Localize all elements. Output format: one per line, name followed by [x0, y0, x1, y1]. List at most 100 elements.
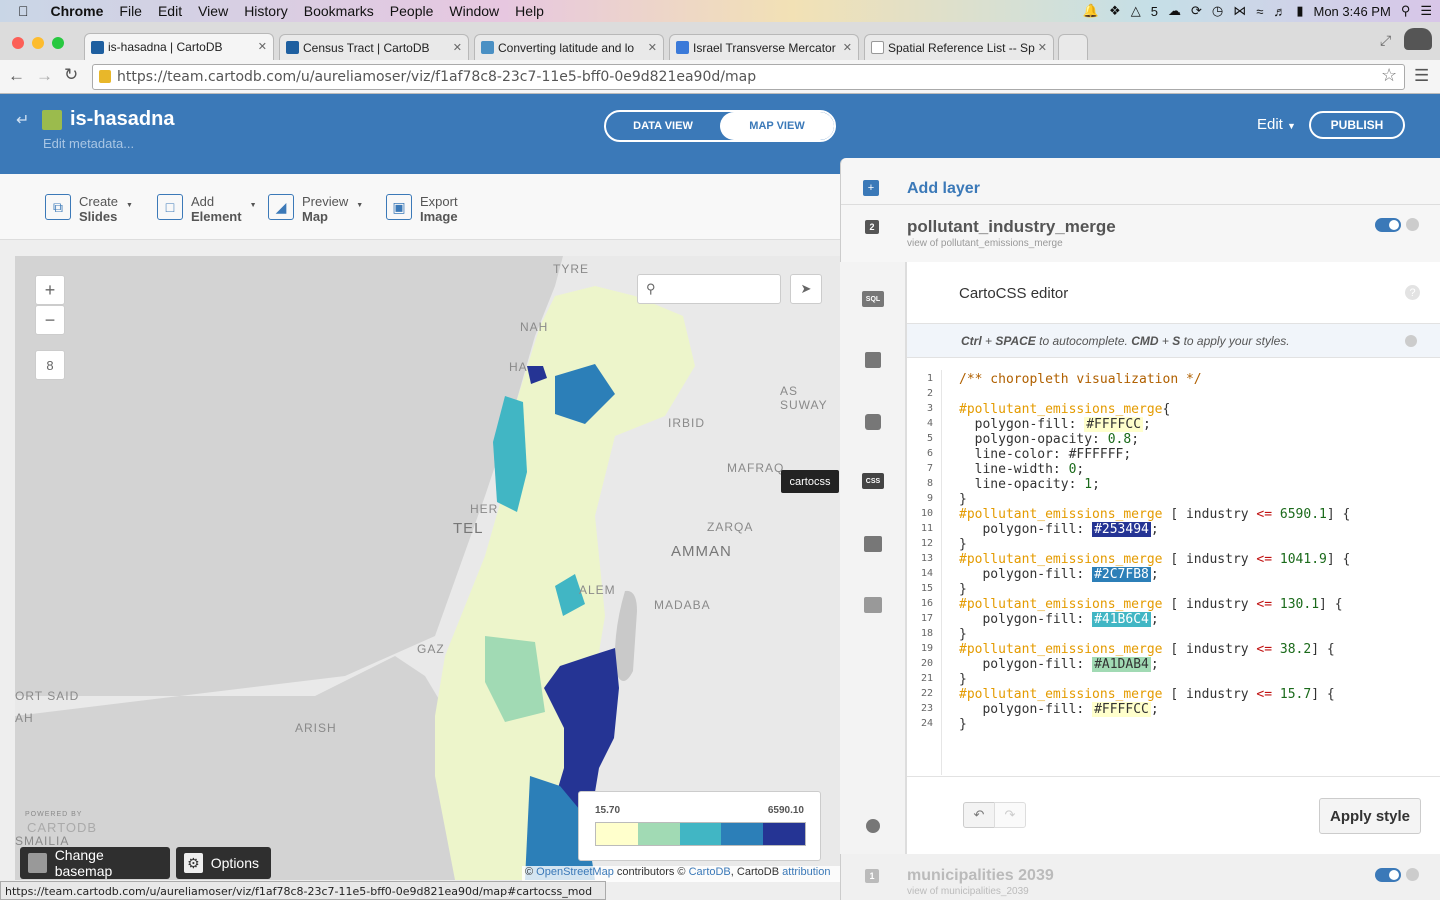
cartodb-link[interactable]: CartoDB	[689, 866, 731, 878]
lock-icon[interactable]	[42, 110, 62, 130]
wifi-icon[interactable]: ≈	[1256, 4, 1263, 19]
menubar-clock[interactable]: Mon 3:46 PM	[1313, 4, 1390, 19]
data-view-tab[interactable]: DATA VIEW	[606, 112, 720, 140]
close-tab-icon[interactable]: ✕	[453, 41, 462, 54]
place-label: HER	[470, 502, 499, 516]
chrome-menu-icon[interactable]: ☰	[1414, 66, 1429, 86]
options-button[interactable]: ⚙ Options	[176, 847, 271, 879]
browser-tab[interactable]: Spatial Reference List -- Sp ✕	[864, 34, 1054, 60]
tab-title: Israel Transverse Mercator	[693, 40, 836, 55]
menu-window[interactable]: Window	[449, 3, 499, 19]
edit-metadata-link[interactable]: Edit metadata...	[43, 136, 134, 151]
minimize-window-button[interactable]	[32, 37, 44, 49]
reload-icon[interactable]: ↻	[64, 65, 78, 85]
infowindow-icon[interactable]	[865, 414, 881, 430]
hint-key: SPACE	[995, 334, 1036, 348]
openstreetmap-link[interactable]: OpenStreetMap	[536, 866, 614, 878]
add-layer-link[interactable]: Add layer	[907, 180, 980, 198]
legend-swatch	[763, 823, 805, 845]
zoom-in-button[interactable]: +	[35, 275, 65, 305]
code-line: polygon-fill: #253494;	[959, 522, 1159, 537]
close-tab-icon[interactable]: ✕	[648, 41, 657, 54]
zoom-window-button[interactable]	[52, 37, 64, 49]
dismiss-hint-icon[interactable]	[1405, 335, 1417, 347]
layer-visibility-toggle[interactable]	[1375, 868, 1401, 882]
notification-icon[interactable]: 🔔	[1083, 3, 1099, 19]
redo-button[interactable]: ↷	[994, 802, 1026, 828]
line-number: 5	[926, 433, 933, 444]
menu-history[interactable]: History	[244, 3, 288, 19]
edit-menu-button[interactable]: Edit ▼	[1257, 116, 1296, 133]
browser-tab[interactable]: Census Tract | CartoDB ✕	[279, 34, 469, 60]
layer-header[interactable]: 1 municipalities 2039 view of municipali…	[841, 850, 1440, 900]
change-basemap-button[interactable]: Change basemap	[20, 847, 170, 879]
page-title[interactable]: is-hasadna	[70, 108, 174, 131]
back-arrow-icon[interactable]: ↵	[16, 110, 29, 130]
browser-tab[interactable]: is-hasadna | CartoDB ✕	[84, 33, 274, 60]
menu-app-name[interactable]: Chrome	[51, 3, 104, 19]
help-icon[interactable]: ?	[1405, 285, 1420, 300]
volume-icon[interactable]: ♬	[1273, 4, 1286, 19]
line-number: 21	[920, 673, 933, 684]
add-feature-icon[interactable]	[866, 819, 880, 833]
legend-icon[interactable]	[864, 536, 882, 552]
fullscreen-icon[interactable]: ⤢	[1380, 32, 1391, 49]
browser-tab[interactable]: Israel Transverse Mercator ✕	[669, 34, 859, 60]
bluetooth-icon[interactable]: ⋈	[1233, 3, 1246, 19]
bookmark-star-icon[interactable]: ☆	[1381, 65, 1397, 86]
notification-center-icon[interactable]: ☰	[1420, 3, 1432, 19]
new-tab-button[interactable]	[1058, 34, 1088, 60]
close-tab-icon[interactable]: ✕	[843, 41, 852, 54]
layer-name[interactable]: municipalities 2039	[907, 867, 1054, 885]
menubar-badge[interactable]: 5	[1151, 4, 1158, 19]
wizard-icon[interactable]	[865, 352, 881, 368]
zoom-out-button[interactable]: −	[35, 305, 65, 335]
cloud-icon[interactable]: ☁	[1168, 3, 1181, 19]
browser-tab[interactable]: Converting latitude and lo ✕	[474, 34, 664, 60]
publish-button[interactable]: PUBLISH	[1309, 111, 1405, 139]
menu-help[interactable]: Help	[515, 3, 544, 19]
chart-icon[interactable]	[864, 597, 882, 613]
close-tab-icon[interactable]: ✕	[1038, 41, 1047, 54]
add-layer-icon[interactable]: +	[863, 180, 879, 196]
close-window-button[interactable]	[12, 37, 24, 49]
menu-file[interactable]: File	[119, 3, 142, 19]
clock-icon[interactable]: ◷	[1212, 3, 1223, 19]
sync-icon[interactable]: ⟳	[1191, 3, 1202, 19]
map-search-input[interactable]: ⚲	[637, 274, 781, 304]
layer-header[interactable]: 2 pollutant_industry_merge view of pollu…	[841, 204, 1440, 262]
remove-layer-icon[interactable]	[1406, 868, 1419, 881]
create-slides-button[interactable]: ⧉ Create Slides ▼	[45, 194, 133, 224]
css-icon[interactable]: CSS	[862, 473, 884, 489]
address-bar[interactable]: https://team.cartodb.com/u/aureliamoser/…	[92, 64, 1405, 90]
spotlight-icon[interactable]: ⚲	[1401, 3, 1411, 19]
dropbox-icon[interactable]: ❖	[1109, 3, 1121, 19]
add-element-button[interactable]: □ Add Element ▼	[157, 194, 257, 224]
back-icon[interactable]: ←	[8, 66, 25, 86]
attribution-link[interactable]: attribution	[782, 866, 830, 878]
map-view-tab[interactable]: MAP VIEW	[720, 112, 834, 140]
battery-icon[interactable]: ▮	[1296, 3, 1303, 19]
view-toggle: DATA VIEW MAP VIEW	[604, 110, 836, 142]
sql-icon[interactable]: SQL	[862, 291, 884, 307]
map-canvas[interactable]: TYRE NAH HA AS SUWAY IRBID MAFRAQ ZARQA …	[15, 256, 840, 880]
export-image-button[interactable]: ▣ Export Image	[386, 194, 458, 224]
undo-button[interactable]: ↶	[963, 802, 995, 828]
menu-people[interactable]: People	[390, 3, 434, 19]
menu-edit[interactable]: Edit	[158, 3, 182, 19]
line-number: 11	[920, 523, 933, 534]
menu-view[interactable]: View	[198, 3, 228, 19]
adobe-icon[interactable]: △	[1131, 3, 1141, 19]
code-line: }	[959, 537, 967, 552]
layer-name[interactable]: pollutant_industry_merge	[907, 217, 1116, 237]
layer-visibility-toggle[interactable]	[1375, 218, 1401, 232]
locate-button[interactable]: ➤	[790, 274, 822, 304]
menu-bookmarks[interactable]: Bookmarks	[304, 3, 374, 19]
toolbar-label-line: Slides	[79, 209, 118, 224]
apple-icon[interactable]: 	[18, 3, 29, 19]
apply-style-button[interactable]: Apply style	[1319, 798, 1421, 834]
forward-icon[interactable]: →	[36, 66, 53, 86]
preview-map-button[interactable]: ◢ Preview Map ▼	[268, 194, 363, 224]
remove-layer-icon[interactable]	[1406, 218, 1419, 231]
close-tab-icon[interactable]: ✕	[258, 40, 267, 53]
